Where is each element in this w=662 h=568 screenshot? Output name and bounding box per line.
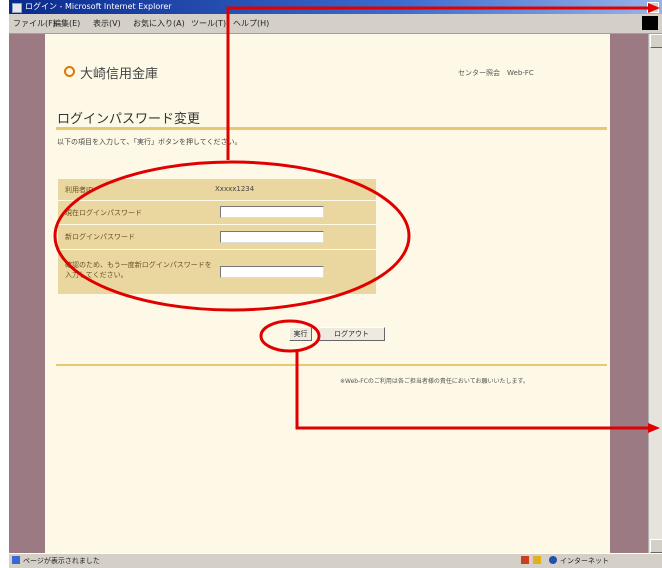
callout-line-top [226,6,648,160]
form-highlight-ellipse [53,160,411,312]
callout-arrow-top-icon [648,3,660,13]
execute-highlight-ellipse [259,319,321,353]
callout-line-bottom [295,349,648,430]
callout-arrow-bottom-icon [648,423,660,433]
annotation-overlay [53,3,660,433]
